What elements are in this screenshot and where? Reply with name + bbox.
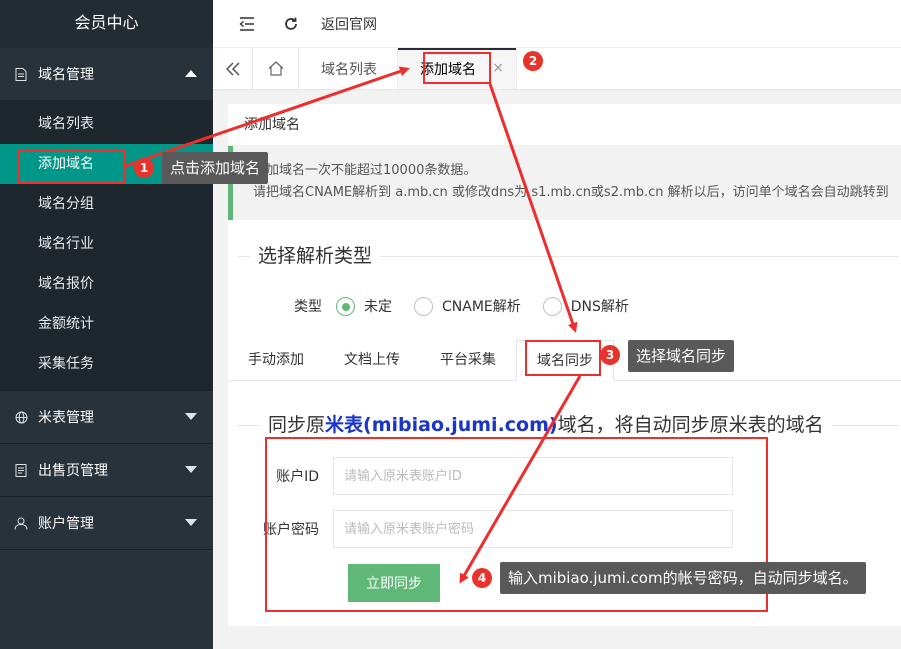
tab-label: 域名列表: [321, 61, 377, 78]
refresh-icon[interactable]: [281, 14, 301, 34]
menu-fold-icon[interactable]: [237, 14, 257, 34]
page-icon: [14, 463, 28, 477]
user-icon: [14, 516, 28, 530]
nav-group-account: 账户管理: [0, 497, 213, 550]
close-icon[interactable]: ×: [492, 60, 504, 76]
sidebar-item-domain-list[interactable]: 域名列表: [0, 104, 213, 144]
password-input[interactable]: [333, 510, 733, 548]
sync-title-highlight: 米表(mibiao.jumi.com): [325, 414, 558, 436]
tab-add-domain[interactable]: 添加域名 ×: [398, 48, 517, 89]
nav-head-label: 出售页管理: [38, 463, 108, 479]
sidebar: 会员中心 域名管理 域名列表 添加域名 域名分组 域名行业 域名报价 金额统计 …: [0, 0, 213, 649]
sidebar-item-domain-industry[interactable]: 域名行业: [0, 224, 213, 264]
type-radio-group: 类型 未定 CNAME解析 DNS解析: [294, 296, 651, 316]
globe-icon: [14, 410, 28, 424]
nav-head-label: 域名管理: [38, 67, 94, 83]
radio-dns[interactable]: DNS解析: [542, 296, 629, 316]
form-row-account: 账户ID: [228, 457, 733, 495]
nav-head-label: 账户管理: [38, 516, 94, 532]
sidebar-item-domain-group[interactable]: 域名分组: [0, 184, 213, 224]
caret-down-icon: [185, 466, 197, 473]
annotation-badge-3: 3: [600, 345, 620, 365]
account-id-input[interactable]: [333, 457, 733, 495]
top-header: 返回官网: [213, 0, 901, 48]
radio-undetermined[interactable]: 未定: [336, 296, 392, 316]
nav-head-account-management[interactable]: 账户管理: [0, 497, 213, 549]
nav-head-sales-page-management[interactable]: 出售页管理: [0, 444, 213, 496]
type-label: 类型: [294, 299, 322, 315]
radio-label: CNAME解析: [442, 299, 521, 315]
notice-line-2: 请把域名CNAME解析到 a.mb.cn 或修改dns为 s1.mb.cn或s2…: [253, 185, 889, 200]
subtab-file-upload[interactable]: 文档上传: [324, 340, 420, 380]
nav-group-mibiao: 米表管理: [0, 391, 213, 444]
notice-box: 添加域名一次不能超过10000条数据。 请把域名CNAME解析到 a.mb.cn…: [228, 146, 901, 220]
sidebar-title: 会员中心: [0, 0, 213, 48]
sync-legend: 同步原米表(mibiao.jumi.com)域名，将自动同步原米表的域名: [228, 412, 901, 438]
form-row-password: 账户密码: [228, 510, 733, 548]
nav-head-mibiao-management[interactable]: 米表管理: [0, 391, 213, 443]
notice-line-1: 添加域名一次不能超过10000条数据。: [253, 163, 477, 178]
radio-label: 未定: [364, 299, 392, 315]
card-title: 添加域名: [228, 104, 901, 146]
account-id-label: 账户ID: [276, 469, 319, 485]
sidebar-item-collect-task[interactable]: 采集任务: [0, 344, 213, 384]
nav-group-domain: 域名管理 域名列表 添加域名 域名分组 域名行业 域名报价 金额统计 采集任务: [0, 48, 213, 391]
annotation-tip-3: 选择域名同步: [628, 340, 735, 372]
sync-title-prefix: 同步原: [268, 414, 326, 436]
page-tabs: 域名列表 添加域名 ×: [213, 48, 901, 90]
annotation-badge-1: 1: [134, 158, 154, 178]
nav-head-domain-management[interactable]: 域名管理: [0, 48, 213, 100]
annotation-tip-4: 输入mibiao.jumi.com的帐号密码，自动同步域名。: [500, 562, 866, 594]
subtab-domain-sync[interactable]: 域名同步: [516, 340, 614, 381]
tab-domain-list[interactable]: 域名列表: [299, 48, 398, 89]
add-method-tabs: 手动添加 文档上传 平台采集 域名同步: [228, 340, 901, 381]
sidebar-item-amount-stats[interactable]: 金额统计: [0, 304, 213, 344]
tab-label: 添加域名: [420, 61, 476, 78]
sub-list-domain: 域名列表 添加域名 域名分组 域名行业 域名报价 金额统计 采集任务: [0, 100, 213, 390]
section-title: 选择解析类型: [250, 244, 381, 268]
sidebar-item-domain-quote[interactable]: 域名报价: [0, 264, 213, 304]
nav-head-label: 米表管理: [38, 410, 94, 426]
annotation-tip-1: 点击添加域名: [162, 152, 269, 184]
sync-title: 同步原米表(mibiao.jumi.com)域名，将自动同步原米表的域名: [260, 412, 832, 438]
password-label: 账户密码: [263, 522, 319, 538]
tabs-left-icon[interactable]: [213, 48, 253, 89]
subtab-manual-add[interactable]: 手动添加: [228, 340, 324, 380]
sync-title-suffix: 域名，将自动同步原米表的域名: [557, 414, 824, 436]
back-to-site-link[interactable]: 返回官网: [321, 14, 377, 34]
annotation-badge-2: 2: [523, 51, 543, 71]
annotation-badge-4: 4: [472, 568, 492, 588]
section-legend: 选择解析类型: [228, 244, 901, 268]
radio-label: DNS解析: [570, 299, 629, 315]
subtab-platform-collect[interactable]: 平台采集: [420, 340, 516, 380]
nav-group-sales-page: 出售页管理: [0, 444, 213, 497]
caret-down-icon: [185, 519, 197, 526]
content-card: 添加域名 添加域名一次不能超过10000条数据。 请把域名CNAME解析到 a.…: [228, 104, 901, 626]
home-icon[interactable]: [253, 48, 299, 89]
radio-circle: [542, 296, 562, 316]
document-icon: [14, 67, 28, 81]
radio-cname[interactable]: CNAME解析: [414, 296, 521, 316]
caret-up-icon: [185, 70, 197, 77]
radio-circle: [336, 296, 355, 316]
sync-now-button[interactable]: 立即同步: [348, 564, 440, 602]
caret-down-icon: [185, 413, 197, 420]
radio-circle: [414, 296, 433, 316]
